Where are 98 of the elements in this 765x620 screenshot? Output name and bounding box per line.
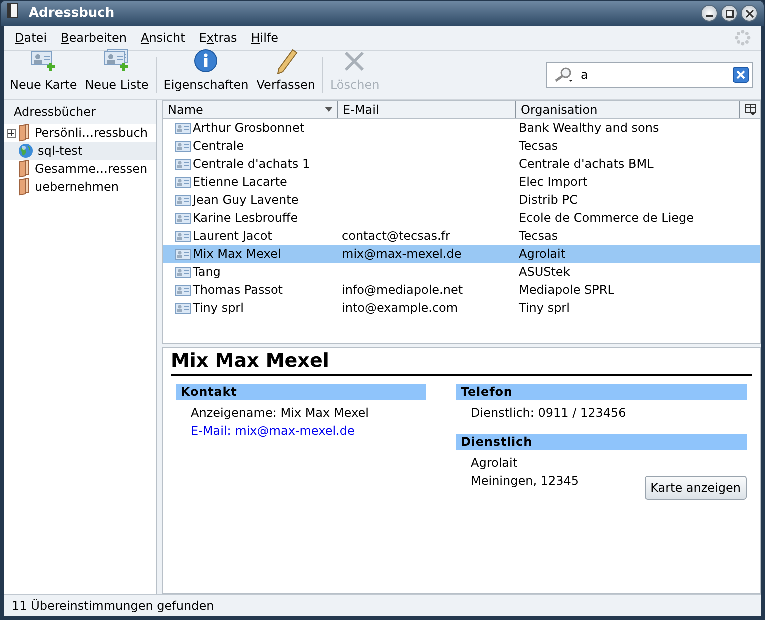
name-cell-text: Etienne Lacarte (193, 174, 288, 191)
sidebar-item[interactable]: sql-test (4, 142, 156, 160)
search-icon (553, 67, 575, 83)
expander-icon[interactable] (7, 128, 16, 138)
minimize-button[interactable] (701, 5, 718, 22)
contact-card-icon (175, 140, 191, 152)
contact-card-icon (175, 212, 191, 224)
contact-card-icon (175, 122, 191, 134)
table-row[interactable]: Etienne Lacarte Elec Import (163, 173, 760, 191)
table-row[interactable]: Thomas Passot info@mediapole.net Mediapole SPRL (163, 281, 760, 299)
menu-item[interactable]: Ansicht (134, 27, 192, 49)
column-header[interactable]: Organisation (516, 101, 740, 118)
book-icon (18, 178, 31, 196)
contact-card-icon (175, 284, 191, 296)
table-row[interactable]: Mix Max Mexel mix@max-mexel.de Agrolait (163, 245, 760, 263)
maximize-icon (726, 10, 734, 18)
toolbar-button[interactable]: Neue Karte (6, 53, 82, 97)
table-row[interactable]: Centrale d'achats 1 Centrale d'achats BML (163, 155, 760, 173)
sidebar-item[interactable]: uebernehmen (4, 178, 156, 196)
contact-name-heading: Mix Max Mexel (171, 350, 752, 376)
table-row[interactable]: Centrale Tecsas (163, 137, 760, 155)
email-link[interactable]: E-Mail: mix@max-mexel.de (191, 424, 355, 438)
card-plus-icon (30, 49, 57, 74)
section-header: Dienstlich (456, 434, 747, 450)
show-map-button[interactable]: Karte anzeigen (644, 476, 747, 500)
organisation-cell: Tecsas (519, 139, 558, 153)
email-cell: mix@max-mexel.de (342, 247, 462, 261)
globe-icon (18, 143, 34, 159)
address-text: Agrolait (471, 454, 519, 472)
organisation-cell: Elec Import (519, 175, 588, 189)
search-input[interactable]: a (581, 66, 727, 84)
contact-card-icon (175, 230, 191, 242)
name-cell-text: Arthur Grosbonnet (193, 120, 305, 137)
organisation-cell: ASUStek (519, 265, 570, 279)
column-header[interactable]: Name (163, 101, 338, 118)
menu-item[interactable]: Hilfe (244, 27, 286, 49)
table-row[interactable]: Karine Lesbrouffe Ecole de Commerce de Liege (163, 209, 760, 227)
maximize-button[interactable] (721, 5, 738, 22)
contact-card-icon (175, 302, 191, 314)
sort-arrow-icon (325, 107, 333, 112)
phone-text: Dienstlich: 0911 / 123456 (471, 404, 628, 422)
contact-card-icon (175, 266, 191, 278)
section-header: Kontakt (176, 384, 426, 400)
close-icon (746, 10, 754, 18)
contact-card-icon (175, 176, 191, 188)
cards-plus-icon (104, 49, 130, 74)
contact-card-icon (175, 158, 191, 170)
book-icon (18, 124, 31, 142)
menu-item[interactable]: Extras (192, 27, 244, 49)
name-cell-text: Karine Lesbrouffe (193, 210, 298, 227)
name-cell-text: Laurent Jacot (193, 228, 272, 245)
minimize-icon (706, 15, 713, 17)
toolbar-button[interactable]: Verfassen (252, 53, 320, 97)
organisation-cell: Centrale d'achats BML (519, 157, 654, 171)
name-cell-text: Centrale (193, 138, 244, 155)
book-icon (18, 160, 31, 178)
table-row[interactable]: Tiny sprl into@example.com Tiny sprl (163, 299, 760, 317)
table-row[interactable]: Jean Guy Lavente Distrib PC (163, 191, 760, 209)
organisation-cell: Distrib PC (519, 193, 578, 207)
name-cell-text: Centrale d'achats 1 (193, 156, 310, 173)
name-cell-text: Thomas Passot (193, 282, 283, 299)
toolbar-button[interactable]: Eigenschaften (160, 53, 253, 97)
sidebar-header: Adressbücher (14, 104, 96, 121)
info-icon (193, 49, 220, 74)
toolbar-button[interactable]: Neue Liste (81, 53, 153, 97)
contact-card-icon (175, 194, 191, 206)
section-header: Telefon (456, 384, 747, 400)
sidebar-item[interactable]: Persönli…ressbuch (4, 124, 156, 142)
organisation-cell: Mediapole SPRL (519, 283, 614, 297)
sidebar-item[interactable]: Gesamme…ressen (4, 160, 156, 178)
name-cell-text: Mix Max Mexel (193, 246, 282, 263)
menu-item[interactable]: Bearbeiten (54, 27, 134, 49)
organisation-cell: Tecsas (519, 229, 558, 243)
clear-icon[interactable] (733, 67, 749, 83)
column-header[interactable]: E-Mail (338, 101, 516, 118)
table-row[interactable]: Arthur Grosbonnet Bank Wealthy and sons (163, 119, 760, 137)
organisation-cell: Agrolait (519, 247, 566, 261)
email-cell: contact@tecsas.fr (342, 229, 450, 243)
address-text: Meiningen, 12345 (471, 472, 580, 490)
menu-item[interactable]: Datei (8, 27, 54, 49)
table-row[interactable]: Laurent Jacot contact@tecsas.fr Tecsas (163, 227, 760, 245)
table-row[interactable]: Tang ASUStek (163, 263, 760, 281)
name-cell-text: Jean Guy Lavente (193, 192, 299, 209)
organisation-cell: Ecole de Commerce de Liege (519, 211, 694, 225)
status-text: 11 Übereinstimmungen gefunden (12, 598, 214, 614)
organisation-cell: Bank Wealthy and sons (519, 121, 660, 135)
email-cell: into@example.com (342, 301, 458, 315)
organisation-cell: Tiny sprl (519, 301, 570, 315)
search-field[interactable]: a (546, 62, 753, 88)
display-name-text: Anzeigename: Mix Max Mexel (191, 404, 370, 422)
email-cell: info@mediapole.net (342, 283, 464, 297)
close-button[interactable] (741, 5, 758, 22)
busy-indicator-icon (735, 30, 751, 46)
window-title: Adressbuch (29, 4, 115, 23)
notebook-icon (7, 3, 19, 19)
name-cell-text: Tiny sprl (193, 300, 244, 317)
contact-card-icon (175, 248, 191, 260)
name-cell-text: Tang (193, 264, 221, 281)
